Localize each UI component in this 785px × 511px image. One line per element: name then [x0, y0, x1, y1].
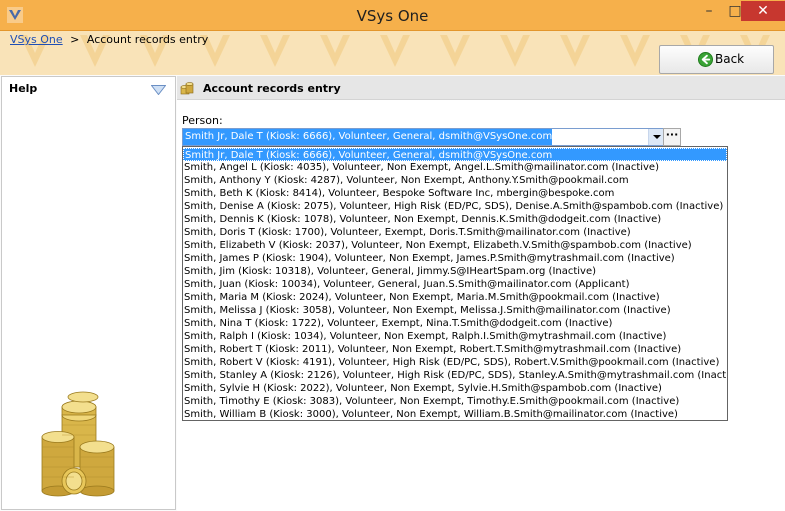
- minimize-button[interactable]: –: [696, 1, 722, 21]
- dropdown-option[interactable]: Smith, Ralph I (Kiosk: 1034), Volunteer,…: [183, 330, 727, 343]
- breadcrumb-current: Account records entry: [86, 33, 209, 46]
- section-title: Account records entry: [203, 82, 341, 95]
- dropdown-option[interactable]: Smith, Anthony Y (Kiosk: 4287), Voluntee…: [183, 174, 727, 187]
- dropdown-option[interactable]: Smith, Robert T (Kiosk: 2011), Volunteer…: [183, 343, 727, 356]
- section-header: Account records entry: [177, 76, 785, 100]
- dropdown-option[interactable]: Smith, Stanley A (Kiosk: 2126), Voluntee…: [183, 369, 727, 382]
- close-button[interactable]: ✕: [741, 1, 785, 21]
- help-panel: Help: [1, 76, 176, 510]
- help-title: Help: [9, 82, 38, 95]
- dropdown-option[interactable]: Smith, Dennis K (Kiosk: 1078), Volunteer…: [183, 213, 727, 226]
- combobox-dropdown-button[interactable]: [648, 129, 664, 145]
- breadcrumb-separator: >: [70, 33, 80, 46]
- dropdown-option[interactable]: Smith, William B (Kiosk: 3000), Voluntee…: [183, 408, 727, 421]
- coin-stacks-icon: [41, 391, 115, 497]
- dropdown-option[interactable]: Smith, Robert V (Kiosk: 4191), Volunteer…: [183, 356, 727, 369]
- dropdown-option[interactable]: Smith, Beth K (Kiosk: 8414), Volunteer, …: [183, 187, 727, 200]
- dropdown-option[interactable]: Smith, Angel L (Kiosk: 4035), Volunteer,…: [183, 161, 727, 174]
- person-label: Person:: [182, 114, 223, 127]
- dropdown-option[interactable]: Smith, Melissa J (Kiosk: 3058), Voluntee…: [183, 304, 727, 317]
- main-content: Account records entry Person: Smith Jr, …: [177, 76, 785, 511]
- person-combobox-value[interactable]: Smith Jr, Dale T (Kiosk: 6666), Voluntee…: [183, 129, 553, 145]
- person-combobox[interactable]: Smith Jr, Dale T (Kiosk: 6666), Voluntee…: [182, 128, 664, 146]
- person-dropdown-list[interactable]: Smith Jr, Dale T (Kiosk: 6666), Voluntee…: [182, 146, 728, 421]
- dropdown-option[interactable]: Smith, Juan (Kiosk: 10034), Volunteer, G…: [183, 278, 727, 291]
- dropdown-option[interactable]: Smith, Maria M (Kiosk: 2024), Volunteer,…: [183, 291, 727, 304]
- dropdown-option[interactable]: Smith, Jim (Kiosk: 10318), Volunteer, Ge…: [183, 265, 727, 278]
- back-button-label: Back: [715, 52, 745, 66]
- chevron-down-icon: [653, 135, 661, 139]
- dropdown-option[interactable]: Smith, James P (Kiosk: 1904), Volunteer,…: [183, 252, 727, 265]
- coins-icon: [180, 82, 194, 95]
- dropdown-option[interactable]: Smith, Nina T (Kiosk: 1722), Volunteer, …: [183, 317, 727, 330]
- dropdown-option[interactable]: Smith, Denise A (Kiosk: 2075), Volunteer…: [183, 200, 727, 213]
- dropdown-option[interactable]: Smith, Timothy E (Kiosk: 3083), Voluntee…: [183, 395, 727, 408]
- dropdown-option[interactable]: Smith, Doris T (Kiosk: 1700), Volunteer,…: [183, 226, 727, 239]
- breadcrumb: VSys One > Account records entry: [10, 33, 208, 46]
- header-band: VSys One > Account records entry Back: [0, 31, 785, 75]
- title-bar: VSys One – □ ✕: [0, 0, 785, 31]
- dropdown-option[interactable]: Smith, Sylvie H (Kiosk: 2022), Volunteer…: [183, 382, 727, 395]
- back-button[interactable]: Back: [659, 45, 774, 74]
- person-lookup-button[interactable]: ···: [663, 128, 681, 146]
- dropdown-option[interactable]: Smith, Elizabeth V (Kiosk: 2037), Volunt…: [183, 239, 727, 252]
- window-title: VSys One: [356, 7, 429, 25]
- chevron-down-icon[interactable]: [151, 85, 166, 95]
- breadcrumb-home-link[interactable]: VSys One: [10, 33, 63, 46]
- dropdown-option[interactable]: Smith Jr, Dale T (Kiosk: 6666), Voluntee…: [183, 148, 727, 161]
- back-arrow-icon: [698, 52, 713, 67]
